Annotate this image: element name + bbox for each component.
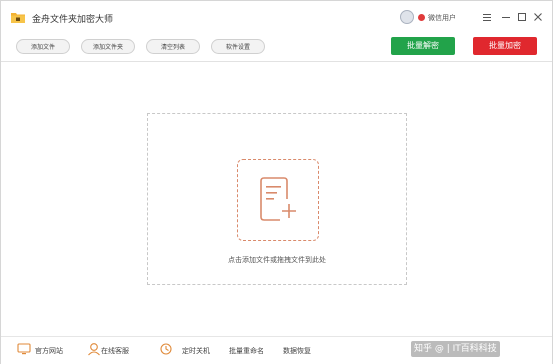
batch-rename-link[interactable]: 批量重命名 <box>229 346 264 356</box>
avatar-icon[interactable] <box>400 10 414 24</box>
drop-zone[interactable]: 点击添加文件或拖拽文件到此处 <box>147 113 407 285</box>
website-icon[interactable] <box>17 342 31 356</box>
clear-list-button[interactable]: 清空列表 <box>146 39 200 54</box>
drop-hint-text: 点击添加文件或拖拽文件到此处 <box>228 256 326 264</box>
footer-bar: 官方网站 在线客服 定时关机 批量重命名 数据恢复 知乎 @ | IT百科科技 <box>1 336 552 364</box>
minimize-icon[interactable] <box>499 9 513 25</box>
main-area: 点击添加文件或拖拽文件到此处 <box>1 62 552 335</box>
add-file-target[interactable] <box>237 159 319 241</box>
close-icon[interactable] <box>531 9 545 25</box>
menu-icon[interactable] <box>480 9 494 25</box>
add-folder-button[interactable]: 添加文件夹 <box>81 39 135 54</box>
add-file-button[interactable]: 添加文件 <box>16 39 70 54</box>
app-window: 金舟文件夹加密大师 微信用户 添加文件 添加文件夹 清空列表 软件设置 批量解密… <box>0 0 553 364</box>
folder-lock-icon <box>11 13 25 23</box>
support-link[interactable]: 在线客服 <box>101 346 129 356</box>
title-bar: 金舟文件夹加密大师 微信用户 <box>1 1 552 33</box>
maximize-icon[interactable] <box>515 9 529 25</box>
batch-encrypt-button[interactable]: 批量加密 <box>473 37 537 55</box>
app-title: 金舟文件夹加密大师 <box>32 15 114 25</box>
website-link[interactable]: 官方网站 <box>35 346 63 356</box>
data-recovery-link[interactable]: 数据恢复 <box>283 346 311 356</box>
timer-shutdown-link[interactable]: 定时关机 <box>182 346 210 356</box>
support-icon[interactable] <box>87 342 101 356</box>
document-plus-icon <box>260 177 296 221</box>
timer-icon[interactable] <box>159 342 173 356</box>
user-name[interactable]: 微信用户 <box>428 13 456 23</box>
toolbar: 添加文件 添加文件夹 清空列表 软件设置 批量解密 批量加密 <box>1 33 552 62</box>
watermark: 知乎 @ | IT百科科技 <box>411 341 500 357</box>
batch-decrypt-button[interactable]: 批量解密 <box>391 37 455 55</box>
settings-button[interactable]: 软件设置 <box>211 39 265 54</box>
wechat-icon <box>418 14 425 21</box>
